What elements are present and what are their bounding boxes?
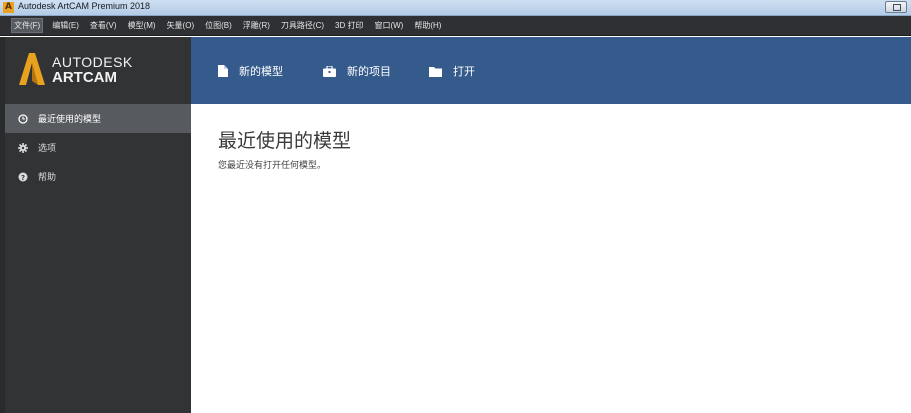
menu-bar: 文件(F) 编辑(E) 查看(V) 模型(M) 矢量(O) 位图(B) 浮雕(R… — [0, 16, 911, 36]
document-icon — [218, 65, 228, 77]
folder-icon — [429, 66, 442, 77]
menu-vector[interactable]: 矢量(O) — [165, 19, 197, 32]
new-project-button[interactable]: 新的项目 — [323, 63, 391, 79]
window-title: Autodesk ArtCAM Premium 2018 — [18, 1, 151, 11]
clock-icon — [17, 113, 29, 125]
menu-model[interactable]: 模型(M) — [126, 19, 158, 32]
menu-window[interactable]: 窗口(W) — [372, 19, 405, 32]
briefcase-icon — [323, 65, 336, 77]
new-model-label: 新的模型 — [239, 65, 283, 78]
sidebar: AUTODESK ARTCAM 最近使用的模型 选项 ? 帮助 — [0, 37, 191, 413]
main-content: 最近使用的模型 您最近没有打开任何模型。 — [191, 104, 911, 413]
brand-line-2: ARTCAM — [52, 69, 117, 86]
sidebar-item-options[interactable]: 选项 — [5, 133, 191, 162]
autodesk-artcam-logo: AUTODESK ARTCAM — [19, 53, 189, 93]
menu-file[interactable]: 文件(F) — [11, 18, 44, 33]
start-page-header: 新的模型 新的项目 打开 — [191, 37, 911, 104]
new-model-button[interactable]: 新的模型 — [218, 63, 283, 79]
sidebar-item-label: 帮助 — [38, 173, 57, 183]
menu-bitmap[interactable]: 位图(B) — [203, 19, 234, 32]
menu-toolpaths[interactable]: 刀具路径(C) — [279, 19, 326, 32]
open-label: 打开 — [453, 65, 475, 78]
brand-line-1: AUTODESK — [52, 54, 133, 70]
empty-recent-message: 您最近没有打开任何模型。 — [218, 161, 327, 171]
menu-3d-print[interactable]: 3D 打印 — [333, 19, 365, 32]
sidebar-item-help[interactable]: ? 帮助 — [5, 162, 191, 191]
title-bar: A Autodesk ArtCAM Premium 2018 — [0, 0, 911, 16]
svg-text:?: ? — [21, 174, 25, 182]
menu-relief[interactable]: 浮雕(R) — [241, 19, 272, 32]
menu-view[interactable]: 查看(V) — [88, 19, 119, 32]
gear-icon — [17, 142, 29, 154]
open-button[interactable]: 打开 — [429, 63, 475, 79]
menu-help[interactable]: 帮助(H) — [412, 19, 443, 32]
app-logo-icon: A — [3, 2, 14, 13]
page-title: 最近使用的模型 — [218, 130, 352, 152]
sidebar-item-recent-models[interactable]: 最近使用的模型 — [5, 104, 191, 133]
menu-edit[interactable]: 编辑(E) — [50, 19, 81, 32]
sidebar-item-label: 最近使用的模型 — [38, 115, 102, 125]
question-icon: ? — [17, 171, 29, 183]
new-project-label: 新的项目 — [347, 65, 391, 78]
sidebar-item-label: 选项 — [38, 144, 57, 154]
artcam-a-logo-icon — [19, 53, 45, 85]
restore-window-button[interactable] — [885, 1, 907, 13]
